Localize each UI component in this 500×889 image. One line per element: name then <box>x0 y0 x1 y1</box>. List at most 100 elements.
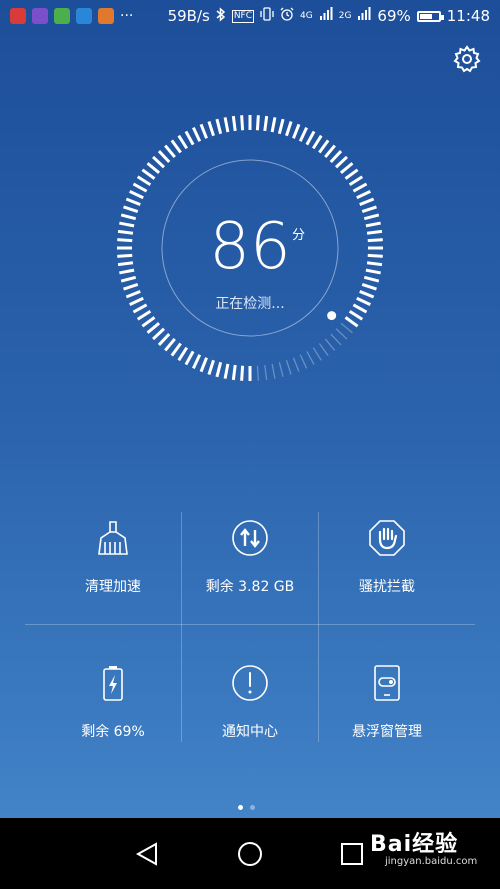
gauge-tick-filled <box>361 205 377 213</box>
notification-icons: ··· <box>10 8 133 24</box>
gauge-tick <box>271 363 276 379</box>
gauge-tick-filled <box>146 322 161 334</box>
page-indicator <box>238 805 255 810</box>
gauge-tick-filled <box>184 130 195 146</box>
gauge-tick-filled <box>164 337 176 352</box>
home-circle-icon <box>238 842 262 866</box>
battery-icon <box>416 10 444 22</box>
tile-floating-window[interactable]: 悬浮窗管理 <box>312 657 462 772</box>
gauge-tick-filled <box>170 342 182 357</box>
gauge-tick-filled <box>348 175 364 187</box>
gauge-tick-filled <box>157 150 171 164</box>
network-speed: 59B/s <box>167 7 210 25</box>
gauge-tick-filled <box>223 363 230 379</box>
battery-charging-icon <box>103 666 123 701</box>
tile-label: 剩余 69% <box>81 724 145 740</box>
health-score: 86 <box>209 210 291 284</box>
gauge-tick-filled <box>329 150 343 164</box>
gauge-tick-filled <box>199 123 208 139</box>
gauge-tick <box>335 328 348 340</box>
app-notification-icon <box>32 8 48 24</box>
more-icon: ··· <box>120 8 134 24</box>
gauge-tick-filled <box>215 118 223 135</box>
nfc-icon: NFC <box>231 9 255 23</box>
page-dot <box>250 805 255 810</box>
app-notification-icon <box>54 8 70 24</box>
status-bar: ··· 59B/s NFC 4G 2G 69% 11:48 <box>0 0 500 32</box>
gauge-tick <box>306 351 315 365</box>
gauge-tick-filled <box>298 127 308 142</box>
gauge-tick-filled <box>164 144 176 159</box>
recents-button[interactable] <box>334 836 370 872</box>
gauge-tick-filled <box>240 365 245 381</box>
gauge-tick-filled <box>344 168 359 180</box>
gauge-tick-filled <box>318 139 330 154</box>
gauge-tick-filled <box>146 162 161 174</box>
app-notification-icon <box>76 8 92 24</box>
gauge-tick-filled <box>285 121 293 137</box>
gauge-tick-filled <box>136 175 152 187</box>
tile-data-usage[interactable]: 剩余 3.82 GB <box>175 512 325 627</box>
gauge-tick-filled <box>231 115 237 132</box>
gauge-tick <box>299 354 308 369</box>
gauge-tick <box>318 343 329 356</box>
page-dot-active <box>238 805 243 810</box>
gauge-tick-filled <box>199 357 208 373</box>
score-unit: 分 <box>292 228 306 243</box>
gauge-tick <box>312 347 322 361</box>
gauge-tick-filled <box>177 134 189 150</box>
gauge-tick-filled <box>125 197 141 206</box>
network-2g-label: 2G <box>338 10 352 21</box>
tile-label: 清理加速 <box>85 579 141 595</box>
watermark-brand: Bai经验 <box>370 832 459 857</box>
hand-block-icon <box>369 520 405 556</box>
clock: 11:48 <box>446 7 490 25</box>
gauge-tick <box>292 357 300 372</box>
gauge-tick-filled <box>141 316 156 328</box>
gauge-tick-filled <box>311 134 323 150</box>
tile-label: 剩余 3.82 GB <box>205 579 295 595</box>
tile-label: 悬浮窗管理 <box>352 724 422 740</box>
gauge-tick-filled <box>177 346 189 362</box>
vibrate-icon <box>260 7 274 25</box>
gauge-tick-filled <box>240 115 245 131</box>
tile-notification-center[interactable]: 通知中心 <box>175 657 325 772</box>
gauge-tick-filled <box>305 130 316 146</box>
gauge-tick-filled <box>324 144 336 159</box>
gauge-tick-filled <box>192 354 202 369</box>
gauge-tick <box>285 360 292 375</box>
gauge-tick <box>340 322 353 334</box>
alert-icon <box>232 665 268 701</box>
gauge-tick-filled <box>192 127 202 142</box>
tile-label: 骚扰拦截 <box>359 579 415 595</box>
home-button[interactable] <box>232 836 268 872</box>
tools-grid: 清理加速 剩余 3.82 GB 骚扰拦截 剩余 69% 通知中心 悬浮窗管理 <box>25 512 475 742</box>
battery-percent: 69% <box>377 7 411 25</box>
gauge-tick-filled <box>129 190 144 200</box>
settings-button[interactable] <box>452 44 482 74</box>
gauge-tick-filled <box>123 205 139 213</box>
recents-square-icon <box>341 843 363 865</box>
broom-icon <box>98 521 128 555</box>
gauge-tick-filled <box>334 155 348 169</box>
gauge-tick-filled <box>292 123 301 139</box>
gauge-tick <box>256 365 259 381</box>
tile-cleanup[interactable]: 清理加速 <box>38 512 188 627</box>
tile-battery[interactable]: 剩余 69% <box>38 657 188 772</box>
gauge-tick-filled <box>223 117 230 133</box>
app-notification-icon <box>98 8 114 24</box>
gauge-tick <box>330 333 342 346</box>
gauge-tick-filled <box>263 115 269 132</box>
watermark-url: jingyan.baidu.com <box>385 856 478 867</box>
tile-harassment-block[interactable]: 骚扰拦截 <box>312 512 462 627</box>
bluetooth-icon <box>216 6 226 26</box>
gauge-tick-filled <box>141 168 156 180</box>
gauge-tick-filled <box>157 332 171 346</box>
gauge-tick-filled <box>123 283 139 291</box>
gauge-tick-filled <box>170 139 182 154</box>
signal-icon <box>319 7 333 25</box>
gauge-tick-filled <box>356 190 371 200</box>
back-button[interactable] <box>130 836 166 872</box>
signal-icon <box>357 7 371 25</box>
gauge-tick <box>264 364 268 381</box>
